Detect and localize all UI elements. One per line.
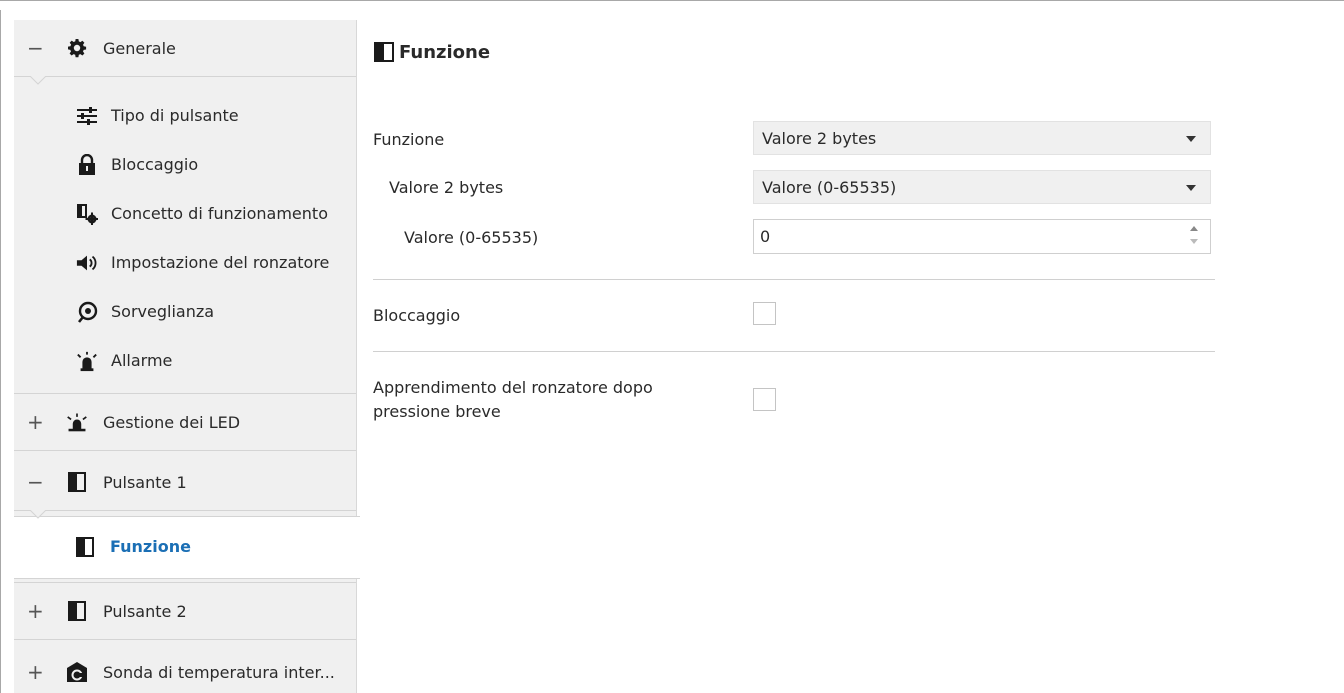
spin-up-icon[interactable] [1190,226,1198,231]
expand-icon[interactable]: + [27,662,44,682]
sliders-icon [76,105,98,127]
alarm-light-icon [76,350,98,372]
sidebar-group-label: Generale [103,38,176,58]
page-title: Funzione [373,41,490,63]
param-label-valore-range: Valore (0-65535) [404,228,539,247]
divider [373,279,1215,280]
collapse-icon[interactable]: − [27,38,44,58]
param-label-apprendimento-line1: Apprendimento del ronzatore dopo [373,378,653,397]
sidebar-group-generale[interactable]: − Generale [14,20,356,77]
pushbutton-icon [66,471,88,493]
gear-icon [66,37,88,59]
sidebar-group-pulsante-1[interactable]: − Pulsante 1 [14,454,356,511]
pushbutton-icon [66,600,88,622]
dropdown-value: Valore 2 bytes [762,129,877,148]
funzione-dropdown[interactable]: Valore 2 bytes [753,121,1211,155]
sidebar-group-sonda-temperatura[interactable]: + Sonda di temperatura inter... [14,644,356,693]
window-left-border [0,10,1,693]
dropdown-value: Valore (0-65535) [762,178,897,197]
chevron-down-icon [1186,136,1196,142]
param-label-funzione: Funzione [373,130,445,149]
page-title-text: Funzione [399,41,491,63]
tree-notch [30,76,46,85]
sidebar-item-allarme[interactable]: Allarme [14,336,356,385]
spinner-arrows[interactable] [1190,226,1200,248]
param-label-bloccaggio: Bloccaggio [373,306,461,325]
sidebar-group-pulsante-2[interactable]: + Pulsante 2 [14,582,356,640]
sidebar-item-bloccaggio[interactable]: Bloccaggio [14,140,356,189]
sidebar-item-label: Concetto di funzionamento [111,204,328,223]
expand-icon[interactable]: + [27,601,44,621]
param-label-valore-2-bytes: Valore 2 bytes [389,178,504,197]
sidebar-item-impostazione-ronzatore[interactable]: Impostazione del ronzatore [14,238,356,287]
sidebar-item-label: Funzione [110,537,191,556]
valore-2-bytes-dropdown[interactable]: Valore (0-65535) [753,170,1211,204]
sidebar-group-label: Gestione dei LED [103,412,241,432]
led-icon [66,411,88,433]
speaker-icon [76,252,98,274]
apprendimento-checkbox[interactable] [753,388,776,411]
sidebar-item-label: Tipo di pulsante [111,106,239,125]
sidebar-item-funzione-selected[interactable]: Funzione [14,516,360,579]
sidebar-group-gestione-led[interactable]: + Gestione dei LED [14,393,356,451]
valore-input-field[interactable] [760,225,1160,247]
sidebar-item-label: Allarme [111,351,173,370]
eye-icon [76,301,98,323]
sidebar-item-sorveglianza[interactable]: Sorveglianza [14,287,356,336]
divider [373,351,1215,352]
sidebar-group-label: Pulsante 1 [103,472,187,492]
sidebar-item-label: Bloccaggio [111,155,199,174]
chevron-down-icon [1186,185,1196,191]
tree-notch [30,510,46,519]
sidebar-item-tipo-di-pulsante[interactable]: Tipo di pulsante [14,91,356,140]
sidebar-item-label: Impostazione del ronzatore [111,253,330,272]
temperature-probe-icon [66,661,88,683]
sidebar-group-label: Sonda di temperatura inter... [103,662,335,682]
sidebar-group-label: Pulsante 2 [103,601,187,621]
sidebar-tree: − Generale Tipo di pulsante Bloccaggio C… [14,20,357,693]
concept-settings-icon [76,203,98,225]
pushbutton-icon [374,42,394,62]
spin-down-icon[interactable] [1190,239,1198,244]
expand-icon[interactable]: + [27,412,44,432]
valore-number-input[interactable] [753,219,1211,254]
pushbutton-icon [74,536,96,558]
sidebar-item-label: Sorveglianza [111,302,215,321]
param-label-apprendimento-line2: pressione breve [373,402,501,421]
lock-icon [76,153,98,176]
sidebar-item-concetto-di-funzionamento[interactable]: Concetto di funzionamento [14,189,356,238]
bloccaggio-checkbox[interactable] [753,302,776,325]
collapse-icon[interactable]: − [27,472,44,492]
